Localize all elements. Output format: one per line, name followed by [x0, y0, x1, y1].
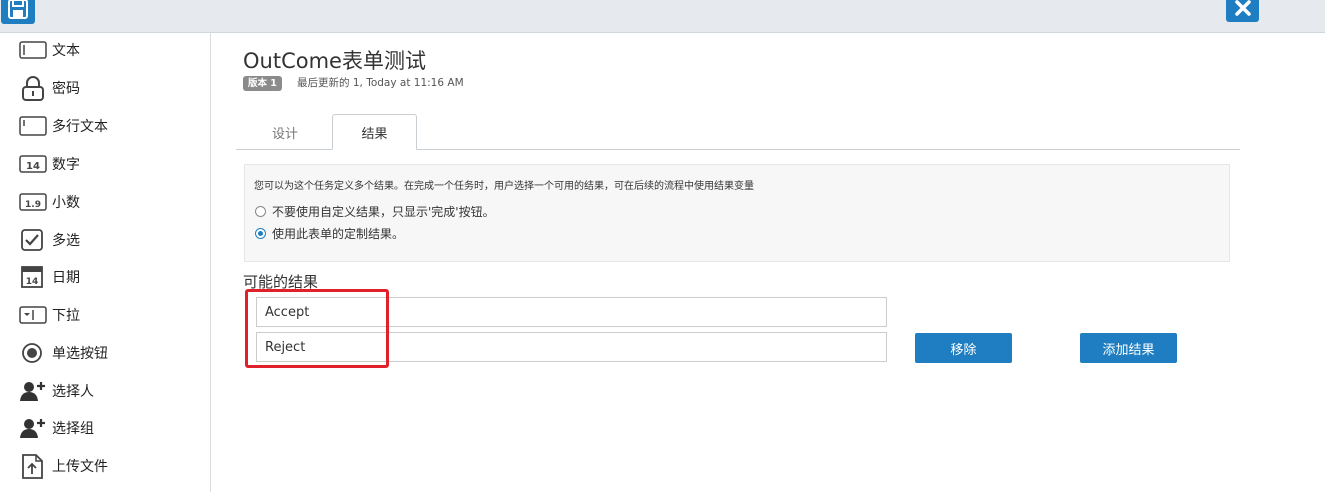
possible-results-heading: 可能的结果 — [243, 273, 319, 291]
outcome-settings-panel: 您可以为这个任务定义多个结果。在完成一个任务时，用户选择一个可用的结果，可在后续… — [244, 164, 1230, 262]
page-title: OutCome表单测试 — [243, 49, 426, 73]
sidebar-item-label: 文本 — [52, 43, 80, 59]
sidebar-item-date[interactable]: 14 日期 — [19, 262, 204, 292]
lock-icon — [19, 75, 47, 101]
svg-text:14: 14 — [26, 277, 39, 287]
textarea-icon — [19, 113, 47, 139]
remove-button[interactable]: 移除 — [915, 333, 1012, 363]
add-person-icon — [19, 378, 47, 404]
checkbox-icon — [19, 227, 47, 253]
text-field-icon — [19, 37, 47, 63]
radio-custom-outcome[interactable]: 使用此表单的定制结果。 — [255, 225, 404, 242]
sidebar-item-radio[interactable]: 单选按钮 — [19, 338, 204, 368]
sidebar-item-label: 多行文本 — [52, 119, 108, 135]
sidebar-item-multiline-text[interactable]: 多行文本 — [19, 111, 204, 141]
result-input-reject[interactable] — [256, 332, 887, 362]
sidebar-item-password[interactable]: 密码 — [19, 73, 204, 103]
outcome-description: 您可以为这个任务定义多个结果。在完成一个任务时，用户选择一个可用的结果，可在后续… — [254, 181, 754, 192]
last-updated-text: 最后更新的 1, Today at 11:16 AM — [297, 77, 464, 89]
sidebar-item-label: 选择人 — [52, 384, 94, 400]
sidebar-item-upload-file[interactable]: 上传文件 — [19, 451, 204, 481]
sidebar-item-dropdown[interactable]: 下拉 — [19, 300, 204, 330]
number-icon: 14 — [19, 151, 47, 177]
decimal-icon: 1.9 — [19, 189, 47, 215]
close-icon — [1234, 0, 1252, 21]
sidebar-item-label: 多选 — [52, 233, 80, 249]
sidebar-item-label: 下拉 — [52, 308, 80, 324]
sidebar-item-label: 选择组 — [52, 421, 94, 437]
sidebar-item-label: 密码 — [52, 81, 80, 97]
tab-design[interactable]: 设计 — [236, 114, 334, 150]
radio-icon — [19, 340, 47, 366]
sidebar-item-multi-select[interactable]: 多选 — [19, 225, 204, 255]
field-palette-sidebar: 文本 密码 多行文本 14 数字 1.9 小数 多选 14 日期 下拉 单选按钮… — [0, 33, 211, 492]
sidebar-item-label: 数字 — [52, 157, 80, 173]
sidebar-item-number[interactable]: 14 数字 — [19, 149, 204, 179]
sidebar-item-label: 小数 — [52, 195, 80, 211]
calendar-icon: 14 — [19, 264, 47, 290]
sidebar-item-decimal[interactable]: 1.9 小数 — [19, 187, 204, 217]
radio-button-checked[interactable] — [255, 228, 266, 239]
save-button[interactable] — [1, 0, 35, 24]
dropdown-icon — [19, 302, 47, 328]
svg-text:14: 14 — [26, 161, 40, 172]
radio-label: 使用此表单的定制结果。 — [272, 227, 405, 241]
radio-default-outcome[interactable]: 不要使用自定义结果，只显示'完成'按钮。 — [255, 203, 495, 220]
sidebar-item-label: 单选按钮 — [52, 346, 108, 362]
sidebar-item-select-group[interactable]: 选择组 — [19, 413, 204, 443]
main-content: OutCome表单测试 版本 1 最后更新的 1, Today at 11:16… — [212, 33, 1325, 492]
result-input-accept[interactable] — [256, 297, 887, 327]
close-button[interactable] — [1226, 0, 1259, 22]
floppy-disk-icon — [7, 0, 29, 24]
svg-text:1.9: 1.9 — [25, 200, 41, 210]
version-badge: 版本 1 — [243, 76, 282, 91]
add-group-icon — [19, 415, 47, 441]
sidebar-item-label: 日期 — [52, 270, 80, 286]
top-toolbar — [0, 0, 1325, 33]
sidebar-item-select-person[interactable]: 选择人 — [19, 376, 204, 406]
sidebar-item-text[interactable]: 文本 — [19, 35, 204, 65]
upload-file-icon — [19, 453, 47, 479]
sidebar-item-label: 上传文件 — [52, 459, 108, 475]
radio-label: 不要使用自定义结果，只显示'完成'按钮。 — [272, 205, 495, 219]
tab-results[interactable]: 结果 — [332, 114, 417, 150]
radio-button[interactable] — [255, 206, 266, 217]
add-result-button[interactable]: 添加结果 — [1080, 333, 1177, 363]
